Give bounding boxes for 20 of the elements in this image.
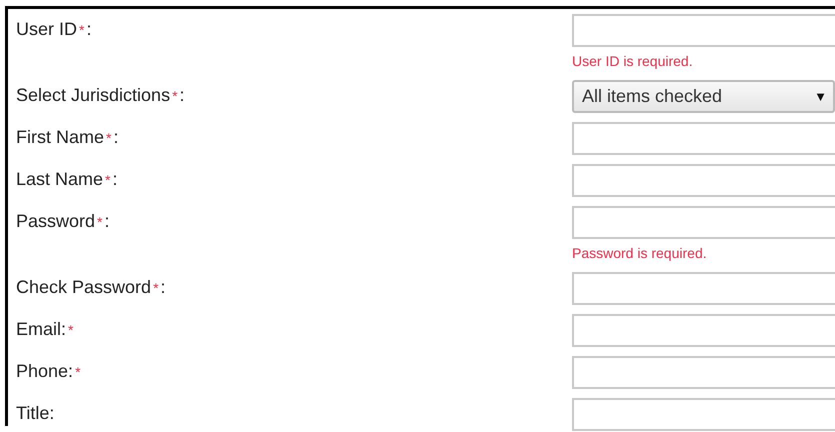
input-field[interactable] [572, 314, 835, 347]
field-label: Password*: [16, 210, 110, 232]
input-field[interactable] [572, 398, 835, 431]
input-field[interactable] [572, 356, 835, 389]
input-field[interactable] [572, 272, 835, 305]
field-label: Phone:* [16, 360, 82, 382]
field-label: Select Jurisdictions*: [16, 84, 186, 106]
field-label: Title: [16, 402, 56, 424]
input-field[interactable] [572, 164, 835, 197]
field-label: Check Password*: [16, 276, 167, 298]
field-label: Last Name*: [16, 168, 119, 190]
field-label: Email:* [16, 318, 74, 340]
input-field[interactable] [572, 14, 835, 47]
error-message: Password is required. [572, 244, 708, 263]
error-message: User ID is required. [572, 52, 694, 71]
field-label: User ID*: [16, 18, 92, 40]
field-label: First Name*: [16, 126, 120, 148]
dropdown[interactable]: All items checked ▼ [572, 80, 835, 113]
input-field[interactable] [572, 122, 835, 155]
input-field[interactable] [572, 206, 835, 239]
